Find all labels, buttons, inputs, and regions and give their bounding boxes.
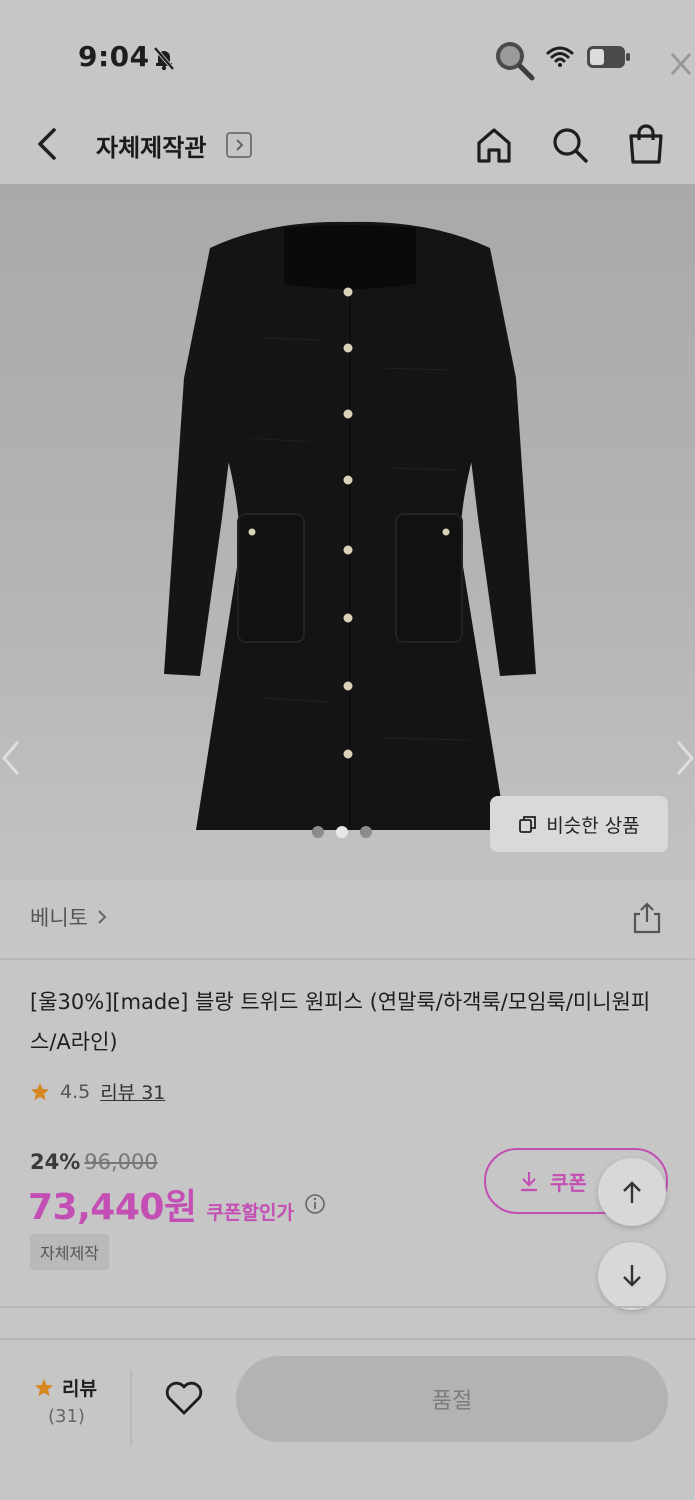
similar-products-button[interactable]: 비슷한 상품 [490, 796, 668, 852]
carousel-dot-active[interactable] [336, 826, 348, 838]
divider [130, 1370, 132, 1446]
scroll-up-button[interactable] [598, 1158, 666, 1226]
download-icon [521, 1172, 537, 1192]
bell-muted-icon [153, 46, 175, 71]
chevron-right-icon [98, 910, 107, 924]
product-tag: 자체제작 [30, 1234, 109, 1270]
coupon-price-label: 쿠폰할인가 [206, 1202, 294, 1224]
chevron-right-box-icon[interactable] [226, 132, 252, 158]
share-icon[interactable] [630, 900, 664, 936]
carousel-prev-icon[interactable] [0, 736, 22, 780]
carousel-dot[interactable] [360, 826, 372, 838]
product-title: [울30%][made] 블랑 트위드 원피스 (연말룩/하객룩/모임룩/미니원… [30, 990, 651, 1054]
discount-row: 24% 96,000 [30, 1150, 158, 1174]
brand-link[interactable]: 베니토 [30, 902, 108, 932]
star-icon [35, 1378, 53, 1396]
divider [0, 958, 695, 960]
copy-icon [519, 816, 537, 833]
screen-record-icon [496, 42, 535, 81]
product-image-carousel[interactable]: 비슷한 상품 [0, 184, 695, 880]
arrow-down-icon [623, 1265, 641, 1287]
review-label: 리뷰 [62, 1378, 97, 1400]
carousel-next-icon[interactable] [674, 736, 695, 780]
rating-value: 4.5 [60, 1080, 91, 1103]
page-title[interactable]: 자체제작관 [96, 128, 206, 163]
brand-name: 베니토 [30, 906, 88, 930]
battery-icon [587, 46, 630, 68]
product-rating: 4.5 리뷰 31 [30, 1078, 165, 1105]
coupon-button-label: 쿠폰 [550, 1170, 587, 1195]
carousel-dot[interactable] [312, 826, 324, 838]
top-navigation: 자체제작관 [0, 100, 695, 184]
search-icon[interactable] [550, 124, 590, 166]
soldout-button[interactable]: 품절 [236, 1356, 668, 1442]
status-bar: 9:04 [0, 0, 695, 100]
status-time: 9:04 [78, 40, 150, 73]
scroll-down-button[interactable] [598, 1242, 666, 1310]
price-row: 73,440원 쿠폰할인가 [28, 1178, 326, 1230]
carousel-indicator [312, 826, 372, 838]
discount-percent: 24% [30, 1150, 81, 1174]
back-arrow-icon[interactable] [30, 122, 64, 166]
bottom-action-bar: 리뷰 (31) 품절 [0, 1338, 695, 1500]
product-image [164, 221, 536, 830]
home-icon[interactable] [474, 124, 514, 166]
heart-icon[interactable] [164, 1380, 204, 1416]
info-icon[interactable] [304, 1193, 326, 1215]
review-link[interactable]: 리뷰 31 [100, 1078, 165, 1105]
review-count: (31) [48, 1406, 85, 1427]
similar-products-label: 비슷한 상품 [546, 814, 640, 837]
shopping-bag-icon[interactable] [626, 122, 666, 166]
close-icon[interactable] [668, 48, 692, 78]
arrow-up-icon [623, 1181, 641, 1203]
original-price: 96,000 [84, 1150, 158, 1174]
divider [0, 1306, 695, 1308]
review-button[interactable]: 리뷰 [34, 1374, 97, 1401]
star-icon [31, 1082, 49, 1100]
sale-price: 73,440원 [28, 1187, 197, 1228]
wifi-icon [546, 46, 574, 67]
